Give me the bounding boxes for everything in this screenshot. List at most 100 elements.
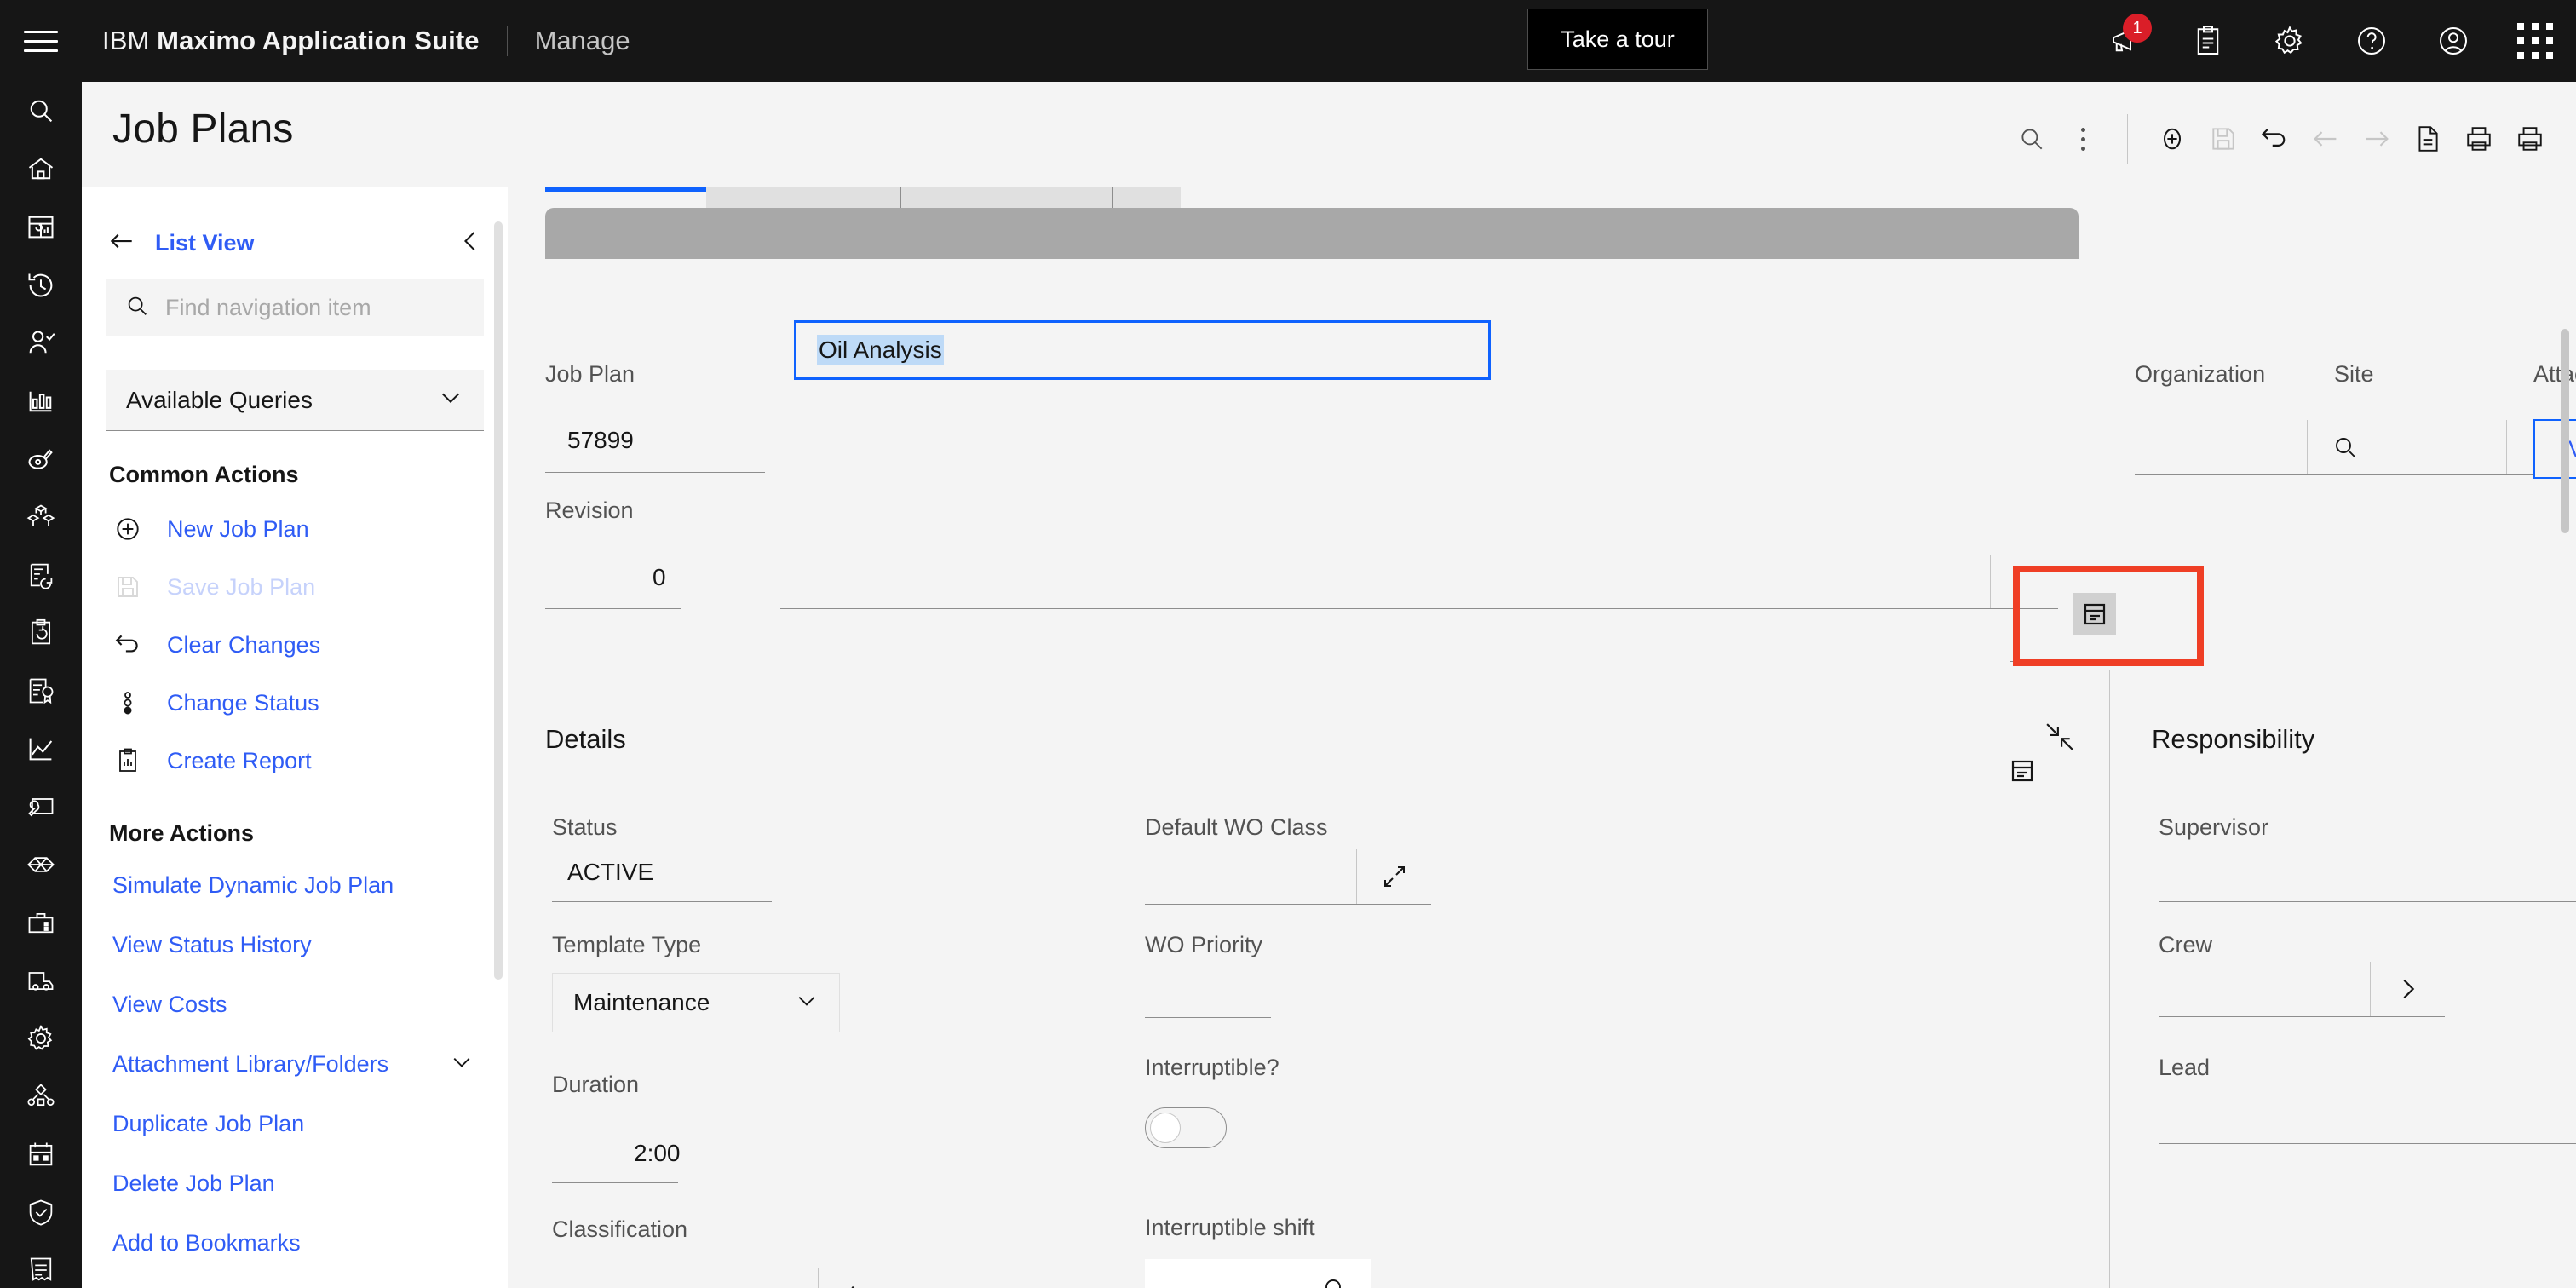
- rail-asset-icon[interactable]: [0, 430, 82, 488]
- classification-input[interactable]: [552, 1268, 818, 1288]
- nav-panel-scrollbar[interactable]: [494, 221, 503, 980]
- hamburger-menu-icon[interactable]: [0, 0, 82, 82]
- action-new-job-plan[interactable]: New Job Plan: [82, 500, 508, 558]
- action-create-report[interactable]: Create Report: [82, 732, 508, 790]
- content-scrollbar[interactable]: [2561, 329, 2569, 533]
- action-clear-changes[interactable]: Clear Changes: [82, 616, 508, 674]
- rail-certificate-icon[interactable]: [0, 662, 82, 720]
- default-wo-class-expand-button[interactable]: [1356, 849, 1431, 904]
- rail-inventory-icon[interactable]: [0, 488, 82, 546]
- rail-task-refresh-icon[interactable]: [0, 604, 82, 662]
- nav-search-input[interactable]: Find navigation item: [106, 279, 484, 336]
- interruptible-shift-lookup-button[interactable]: [1297, 1259, 1371, 1288]
- brand-title[interactable]: IBM Maximo Application Suite: [82, 26, 480, 56]
- action-change-status[interactable]: Change Status: [82, 674, 508, 732]
- announcements-icon[interactable]: 1: [2085, 0, 2167, 82]
- rail-fleet-icon[interactable]: [0, 952, 82, 1009]
- job-plan-description-input[interactable]: Oil Analysis: [794, 320, 1491, 380]
- more-action-label: Duplicate Job Plan: [112, 1110, 305, 1136]
- lead-underline: [2159, 1143, 2576, 1144]
- undo-icon[interactable]: [2249, 116, 2300, 162]
- interruptible-toggle[interactable]: [1145, 1107, 1227, 1148]
- crew-detail-button[interactable]: [2370, 962, 2445, 1016]
- rail-workflow-icon[interactable]: [0, 1067, 82, 1125]
- app-switcher-icon[interactable]: [2494, 0, 2576, 82]
- list-view-back-button[interactable]: List View: [107, 227, 255, 260]
- more-action-view-status-history[interactable]: View Status History: [82, 915, 508, 975]
- rail-bar-chart-icon[interactable]: [0, 372, 82, 430]
- description-underline: [2010, 661, 2119, 662]
- save-record-icon[interactable]: [2198, 116, 2249, 162]
- classification-detail-button[interactable]: [818, 1268, 893, 1288]
- rail-search-icon[interactable]: [0, 82, 82, 140]
- brand-subtitle[interactable]: Manage: [535, 26, 630, 56]
- supervisor-underline: [2159, 901, 2576, 902]
- attachments-view-button[interactable]: View: [2533, 419, 2576, 479]
- rail-history-icon[interactable]: [0, 256, 82, 314]
- page-overflow-menu[interactable]: [2057, 116, 2108, 162]
- job-plan-number-value[interactable]: 57899: [567, 427, 634, 454]
- rail-service-icon[interactable]: [0, 778, 82, 836]
- interruptible-shift-lookup-field[interactable]: [1145, 1259, 1371, 1288]
- rail-person-check-icon[interactable]: [0, 314, 82, 372]
- details-collapse-icon[interactable]: [2045, 722, 2074, 756]
- take-a-tour-button[interactable]: Take a tour: [1527, 9, 1708, 70]
- more-action-run-reports[interactable]: Run Reports: [82, 1273, 508, 1288]
- rail-home-icon[interactable]: [0, 140, 82, 198]
- rail-calendar-icon[interactable]: [0, 1125, 82, 1183]
- print-preview-icon[interactable]: [2504, 116, 2556, 162]
- bottom-action-bar[interactable]: [545, 208, 2079, 259]
- chevron-left-icon[interactable]: [458, 228, 484, 258]
- record-content-area: Job Plan Work Assets Specifications Job …: [508, 187, 2576, 1288]
- rail-config-gear-icon[interactable]: [0, 1009, 82, 1067]
- page-search-icon[interactable]: [2006, 116, 2057, 162]
- default-wo-class-input[interactable]: [1145, 849, 1356, 904]
- classification-lookup-field[interactable]: [552, 1268, 893, 1288]
- rail-dashboard-icon[interactable]: [0, 198, 82, 256]
- clipboard-icon[interactable]: [2167, 0, 2249, 82]
- revision-detail-button[interactable]: [2001, 750, 2044, 792]
- more-action-view-costs[interactable]: View Costs: [82, 975, 508, 1034]
- crew-input[interactable]: [2159, 962, 2370, 1016]
- more-action-simulate-dynamic-job-plan[interactable]: Simulate Dynamic Job Plan: [82, 855, 508, 915]
- save-icon: [111, 570, 145, 604]
- maximo-app-window: IBM Maximo Application Suite Manage Take…: [0, 0, 2576, 1288]
- more-action-add-to-bookmarks[interactable]: Add to Bookmarks: [82, 1213, 508, 1273]
- interruptible-field-label: Interruptible?: [1145, 1055, 1279, 1080]
- rail-work-order-icon[interactable]: [0, 546, 82, 604]
- more-action-attachment-library[interactable]: Attachment Library/Folders: [82, 1034, 508, 1094]
- more-action-delete-job-plan[interactable]: Delete Job Plan: [82, 1153, 508, 1213]
- plus-circle-icon: [111, 512, 145, 546]
- toggle-knob: [1150, 1113, 1181, 1143]
- rail-toolkit-icon[interactable]: [0, 894, 82, 952]
- action-save-job-plan-label: Save Job Plan: [167, 573, 316, 600]
- left-icon-rail[interactable]: [0, 82, 82, 1288]
- rail-network-icon[interactable]: [0, 836, 82, 894]
- previous-record-icon[interactable]: [2300, 116, 2351, 162]
- new-record-icon[interactable]: [2147, 116, 2198, 162]
- crew-lookup-field[interactable]: [2159, 961, 2445, 1017]
- duration-value[interactable]: 2:00: [634, 1140, 681, 1167]
- chevron-down-icon: [450, 1050, 474, 1078]
- next-record-icon[interactable]: [2351, 116, 2402, 162]
- settings-icon[interactable]: [2249, 0, 2331, 82]
- site-input[interactable]: [2334, 420, 2506, 474]
- template-type-select[interactable]: Maintenance: [552, 973, 840, 1032]
- default-wo-class-lookup-field[interactable]: [1145, 848, 1431, 905]
- rail-trend-icon[interactable]: [0, 720, 82, 778]
- user-profile-icon[interactable]: [2412, 0, 2494, 82]
- help-icon[interactable]: [2331, 0, 2412, 82]
- revision-value[interactable]: 0: [653, 564, 666, 591]
- rail-shield-check-icon[interactable]: [0, 1183, 82, 1241]
- action-save-job-plan[interactable]: Save Job Plan: [82, 558, 508, 616]
- organization-input[interactable]: [2135, 420, 2307, 474]
- report-icon: [111, 744, 145, 778]
- interruptible-shift-input[interactable]: [1145, 1259, 1297, 1288]
- description-detail-button[interactable]: [2073, 593, 2116, 635]
- print-icon[interactable]: [2453, 116, 2504, 162]
- action-create-report-label: Create Report: [167, 747, 312, 773]
- document-icon[interactable]: [2402, 116, 2453, 162]
- rail-receipt-icon[interactable]: [0, 1241, 82, 1288]
- more-action-duplicate-job-plan[interactable]: Duplicate Job Plan: [82, 1094, 508, 1153]
- available-queries-accordion[interactable]: Available Queries: [106, 370, 484, 431]
